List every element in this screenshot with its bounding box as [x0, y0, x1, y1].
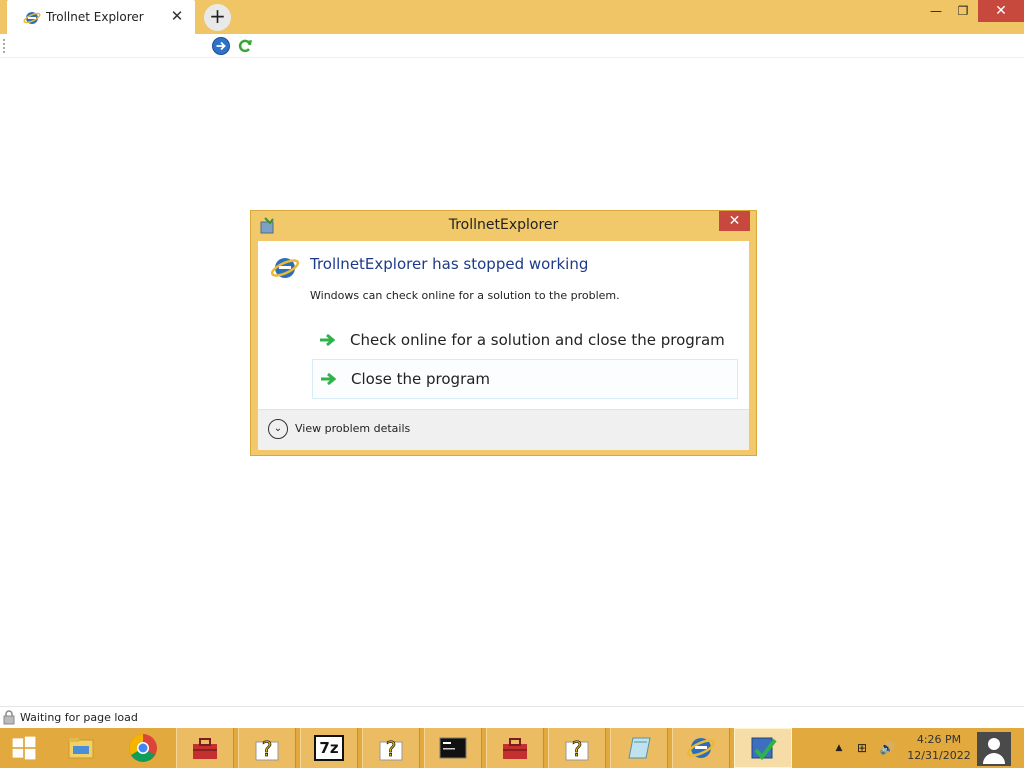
folder-icon — [68, 738, 94, 759]
check-online-label: Check online for a solution and close th… — [350, 331, 725, 349]
refresh-icon[interactable] — [236, 37, 254, 55]
network-icon[interactable]: ⊞ — [852, 728, 872, 768]
go-arrow-icon[interactable] — [212, 37, 230, 55]
trollnet-explorer-icon — [270, 258, 300, 278]
browser-titlebar: Trollnet Explorer ✕ + — ❐ ✕ — [0, 0, 1024, 34]
green-arrow-icon — [320, 333, 336, 347]
toolbar-grip — [3, 39, 5, 53]
status-bar: Waiting for page load — [0, 706, 1024, 728]
toolbox-button-2[interactable] — [486, 728, 544, 768]
tab-title: Trollnet Explorer — [46, 10, 144, 24]
dialog-heading: TrollnetExplorer has stopped working — [310, 255, 589, 273]
browser-toolbar — [0, 34, 1024, 58]
clock-date: 12/31/2022 — [907, 749, 971, 762]
lock-icon — [3, 710, 15, 725]
windows-logo-icon — [12, 736, 36, 760]
trollnet-explorer-taskbar-button[interactable] — [672, 728, 730, 768]
dialog-body: TrollnetExplorer has stopped working Win… — [258, 241, 749, 450]
help-button[interactable]: ? — [238, 728, 296, 768]
clock-time: 4:26 PM — [916, 733, 962, 746]
view-problem-details-link[interactable]: View problem details — [295, 422, 410, 435]
help-button-2[interactable]: ? — [362, 728, 420, 768]
dialog-footer: ⌄ View problem details — [258, 409, 749, 450]
window-close-button[interactable]: ✕ — [978, 0, 1024, 22]
terminal-button[interactable] — [424, 728, 482, 768]
tab-close-icon[interactable]: ✕ — [169, 7, 185, 25]
start-button[interactable] — [0, 728, 48, 768]
taskbar: ? 7z ? ? ▲ ⊞ 🔊 4:26 PM 12/31/2022 — [0, 728, 1024, 768]
restore-button[interactable]: ❐ — [950, 0, 976, 22]
terminal-icon — [439, 737, 467, 759]
svg-text:?: ? — [386, 737, 397, 761]
green-arrow-icon — [321, 372, 337, 386]
error-dialog: TrollnetExplorer ✕ TrollnetExplorer has … — [250, 210, 757, 456]
file-explorer-button[interactable] — [52, 728, 110, 768]
notepad-button[interactable] — [610, 728, 668, 768]
notepad-icon — [628, 737, 651, 759]
toolbox-button[interactable] — [176, 728, 234, 768]
chevron-down-icon[interactable]: ⌄ — [268, 419, 288, 439]
help-icon: ? — [379, 737, 403, 761]
7zip-button[interactable]: 7z — [300, 728, 358, 768]
chrome-button[interactable] — [114, 728, 172, 768]
help-button-3[interactable]: ? — [548, 728, 606, 768]
user-icon — [983, 738, 1005, 764]
trollnet-explorer-icon — [23, 12, 41, 24]
tray-chevron-icon[interactable]: ▲ — [830, 728, 848, 768]
7zip-icon: 7z — [314, 735, 344, 761]
svg-text:?: ? — [572, 737, 583, 761]
status-text: Waiting for page load — [20, 711, 138, 724]
new-tab-button[interactable]: + — [204, 4, 231, 31]
installer-icon — [751, 737, 777, 761]
close-program-button[interactable]: Close the program — [312, 359, 738, 399]
close-program-label: Close the program — [351, 370, 491, 388]
trollnet-explorer-icon — [686, 738, 716, 758]
installer-button[interactable] — [734, 728, 792, 768]
tab-trollnet-explorer[interactable]: Trollnet Explorer ✕ — [7, 0, 195, 34]
toolbox-icon — [503, 738, 527, 759]
dialog-close-button[interactable]: ✕ — [719, 211, 750, 231]
toolbox-icon — [193, 738, 217, 759]
check-online-button[interactable]: Check online for a solution and close th… — [312, 320, 738, 360]
help-icon: ? — [565, 737, 589, 761]
dialog-title: TrollnetExplorer — [448, 217, 559, 233]
dialog-message: Windows can check online for a solution … — [310, 289, 620, 302]
help-icon: ? — [255, 737, 279, 761]
volume-icon[interactable]: 🔊 — [876, 728, 898, 768]
minimize-button[interactable]: — — [922, 0, 950, 22]
user-avatar[interactable] — [977, 732, 1011, 766]
clock[interactable]: 4:26 PM 12/31/2022 — [906, 732, 972, 764]
svg-text:?: ? — [262, 737, 273, 761]
chrome-icon — [129, 734, 157, 762]
